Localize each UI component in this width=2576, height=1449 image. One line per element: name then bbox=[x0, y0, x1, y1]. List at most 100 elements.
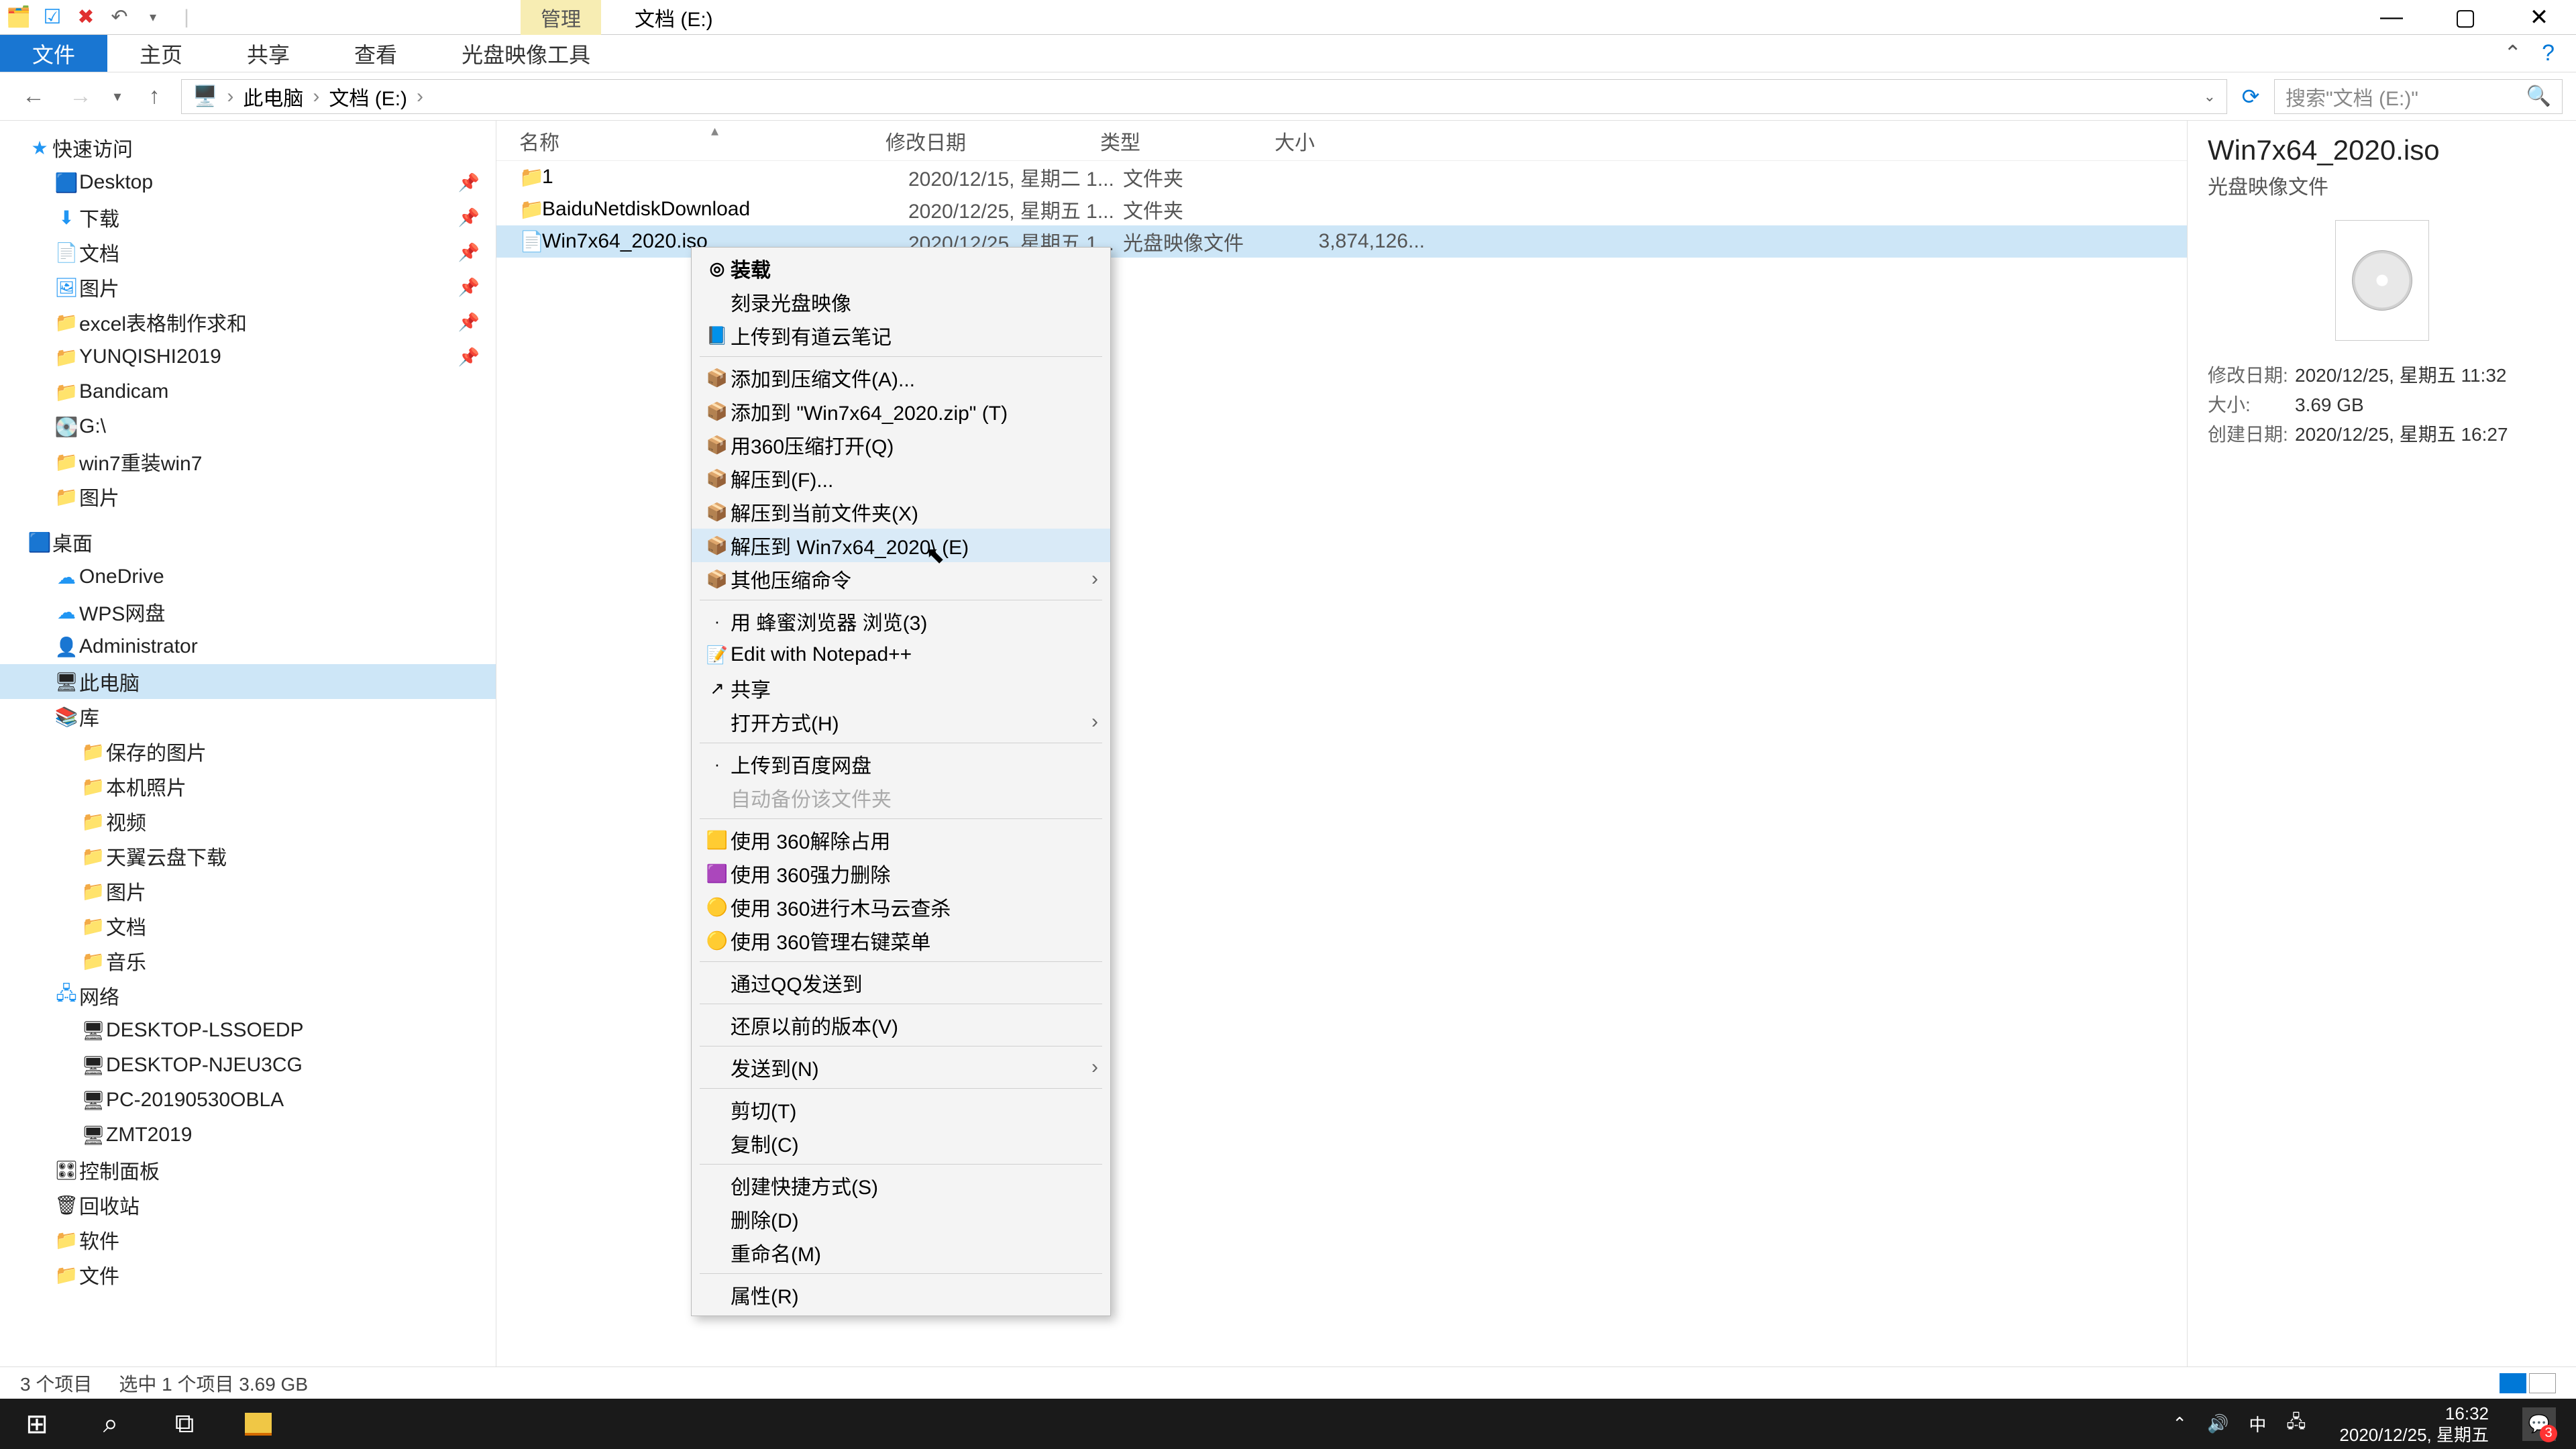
ribbon-collapse-icon[interactable]: ⌃ bbox=[2504, 40, 2522, 66]
context-item[interactable]: 还原以前的版本(V) bbox=[692, 1008, 1110, 1042]
context-item[interactable]: 📘 上传到有道云笔记 bbox=[692, 319, 1110, 352]
task-view-button[interactable]: ⧉ bbox=[148, 1399, 221, 1449]
context-item[interactable]: · 用 蜂蜜浏览器 浏览(3) bbox=[692, 604, 1110, 638]
volume-icon[interactable]: 🔊 bbox=[2207, 1413, 2229, 1434]
tree-pics3[interactable]: 📁图片 bbox=[0, 873, 496, 908]
breadcrumb-docs[interactable]: 文档 (E:) bbox=[329, 82, 407, 111]
chevron-right-icon[interactable]: › bbox=[217, 85, 243, 108]
qat-dropdown-icon[interactable]: ▾ bbox=[140, 4, 166, 31]
tree-pictures2[interactable]: 📁图片 bbox=[0, 479, 496, 514]
tab-view[interactable]: 查看 bbox=[322, 35, 429, 72]
breadcrumb[interactable]: 🖥️ › 此电脑 › 文档 (E:) › ⌄ bbox=[181, 79, 2227, 114]
context-item[interactable]: · 上传到百度网盘 bbox=[692, 747, 1110, 781]
search-button[interactable]: ⌕ bbox=[74, 1399, 148, 1449]
tree-pc4[interactable]: 🖥ZMT2019 bbox=[0, 1118, 496, 1152]
tree-pc3[interactable]: 🖥PC-20190530OBLA bbox=[0, 1083, 496, 1118]
tree-files[interactable]: 📁文件 bbox=[0, 1257, 496, 1292]
context-item[interactable]: 📦 解压到(F)... bbox=[692, 462, 1110, 495]
context-item[interactable]: 📦 解压到当前文件夹(X) bbox=[692, 495, 1110, 529]
context-item[interactable]: 通过QQ发送到 bbox=[692, 966, 1110, 1000]
start-button[interactable]: ⊞ bbox=[0, 1399, 74, 1449]
network-icon[interactable]: 🖧 bbox=[2286, 1409, 2306, 1439]
tree-pc2[interactable]: 🖥DESKTOP-NJEU3CG bbox=[0, 1048, 496, 1083]
up-button[interactable]: ↑ bbox=[134, 83, 174, 109]
tree-documents[interactable]: 📄文档📌 bbox=[0, 235, 496, 270]
chevron-right-icon[interactable]: › bbox=[407, 85, 433, 108]
col-type[interactable]: 类型 bbox=[1100, 126, 1275, 156]
help-icon[interactable]: ? bbox=[2542, 40, 2563, 66]
ribbon-context-tab[interactable]: 管理 bbox=[521, 0, 601, 35]
delete-icon[interactable]: ✖ bbox=[72, 4, 99, 31]
tree-recycle[interactable]: 🗑回收站 bbox=[0, 1187, 496, 1222]
maximize-button[interactable]: ▢ bbox=[2428, 0, 2502, 34]
tree-ctrlpanel[interactable]: 🎛控制面板 bbox=[0, 1152, 496, 1187]
tree-win7[interactable]: 📁win7重装win7 bbox=[0, 444, 496, 479]
tree-pc1[interactable]: 🖥DESKTOP-LSSOEDP bbox=[0, 1013, 496, 1048]
icons-view-button[interactable] bbox=[2529, 1373, 2556, 1393]
context-item[interactable]: 刻录光盘映像 bbox=[692, 285, 1110, 319]
action-center-button[interactable]: 💬3 bbox=[2522, 1407, 2556, 1441]
context-item[interactable]: 发送到(N) › bbox=[692, 1051, 1110, 1084]
tree-g-drive[interactable]: 💽G:\ bbox=[0, 409, 496, 444]
context-item[interactable]: 📦 解压到 Win7x64_2020\ (E) bbox=[692, 529, 1110, 562]
context-item[interactable]: 🟡 使用 360管理右键菜单 bbox=[692, 924, 1110, 957]
tree-libraries[interactable]: 📚库 bbox=[0, 699, 496, 734]
ime-indicator[interactable]: 中 bbox=[2249, 1411, 2266, 1436]
checkbox-icon[interactable]: ☑ bbox=[39, 4, 66, 31]
minimize-button[interactable]: — bbox=[2355, 0, 2428, 34]
col-size[interactable]: 大小 bbox=[1275, 126, 1409, 156]
context-item[interactable]: 复制(C) bbox=[692, 1126, 1110, 1160]
col-name[interactable]: 名称 bbox=[496, 126, 885, 156]
context-item[interactable]: 🟡 使用 360进行木马云查杀 bbox=[692, 890, 1110, 924]
context-item[interactable]: 📦 添加到压缩文件(A)... bbox=[692, 361, 1110, 394]
tree-pictures[interactable]: 🖼图片📌 bbox=[0, 270, 496, 305]
forward-button[interactable]: → bbox=[60, 83, 101, 109]
context-item[interactable]: 重命名(M) bbox=[692, 1236, 1110, 1269]
context-item[interactable]: 属性(R) bbox=[692, 1278, 1110, 1311]
tree-wps[interactable]: ☁WPS网盘 bbox=[0, 594, 496, 629]
tree-this-pc[interactable]: 🖥此电脑 bbox=[0, 664, 496, 699]
undo-icon[interactable]: ↶ bbox=[106, 4, 133, 31]
details-view-button[interactable] bbox=[2500, 1373, 2526, 1393]
tab-file[interactable]: 文件 bbox=[0, 35, 107, 72]
tree-docs2[interactable]: 📁文档 bbox=[0, 908, 496, 943]
tree-yunqishi[interactable]: 📁YUNQISHI2019📌 bbox=[0, 339, 496, 374]
tree-desktop2[interactable]: 🟦桌面 bbox=[0, 525, 496, 559]
tree-local-pics[interactable]: 📁本机照片 bbox=[0, 769, 496, 804]
tab-home[interactable]: 主页 bbox=[107, 35, 215, 72]
refresh-button[interactable]: ⟳ bbox=[2234, 84, 2267, 109]
context-item[interactable]: 剪切(T) bbox=[692, 1093, 1110, 1126]
context-item[interactable]: ◎ 装载 bbox=[692, 252, 1110, 285]
context-item[interactable]: 📦 用360压缩打开(Q) bbox=[692, 428, 1110, 462]
clock[interactable]: 16:32 2020/12/25, 星期五 bbox=[2326, 1403, 2502, 1446]
chevron-down-icon[interactable]: ⌄ bbox=[2204, 88, 2216, 105]
recent-dropdown[interactable]: ▾ bbox=[107, 88, 127, 105]
context-item[interactable]: 打开方式(H) › bbox=[692, 705, 1110, 739]
tree-downloads[interactable]: ⬇下载📌 bbox=[0, 200, 496, 235]
search-input[interactable]: 搜索"文档 (E:)" 🔍 bbox=[2274, 79, 2563, 114]
col-date[interactable]: 修改日期 bbox=[885, 126, 1100, 156]
file-row[interactable]: 📁 1 2020/12/15, 星期二 1... 文件夹 bbox=[496, 161, 2187, 193]
tree-excel[interactable]: 📁excel表格制作求和📌 bbox=[0, 305, 496, 339]
tree-desktop[interactable]: 🟦Desktop📌 bbox=[0, 165, 496, 200]
context-item[interactable]: 创建快捷方式(S) bbox=[692, 1169, 1110, 1202]
context-item[interactable]: 删除(D) bbox=[692, 1202, 1110, 1236]
tree-network[interactable]: 🖧网络 bbox=[0, 978, 496, 1013]
tree-software[interactable]: 📁软件 bbox=[0, 1222, 496, 1257]
tree-music[interactable]: 📁音乐 bbox=[0, 943, 496, 978]
breadcrumb-this-pc[interactable]: 此电脑 bbox=[243, 82, 303, 111]
context-item[interactable]: 📦 添加到 "Win7x64_2020.zip" (T) bbox=[692, 394, 1110, 428]
explorer-taskbar-button[interactable] bbox=[221, 1399, 295, 1449]
context-item[interactable]: ↗ 共享 bbox=[692, 672, 1110, 705]
chevron-right-icon[interactable]: › bbox=[303, 85, 329, 108]
tab-share[interactable]: 共享 bbox=[215, 35, 322, 72]
context-item[interactable]: 📝 Edit with Notepad++ bbox=[692, 638, 1110, 672]
tab-disc-tools[interactable]: 光盘映像工具 bbox=[429, 35, 623, 72]
context-item[interactable]: 🟨 使用 360解除占用 bbox=[692, 823, 1110, 857]
tree-admin[interactable]: 👤Administrator bbox=[0, 629, 496, 664]
context-item[interactable]: 📦 其他压缩命令 › bbox=[692, 562, 1110, 596]
tray-overflow-icon[interactable]: ⌃ bbox=[2172, 1413, 2187, 1434]
tree-quick-access[interactable]: ★快速访问 bbox=[0, 130, 496, 165]
tree-saved-pics[interactable]: 📁保存的图片 bbox=[0, 734, 496, 769]
context-item[interactable]: 🟪 使用 360强力删除 bbox=[692, 857, 1110, 890]
